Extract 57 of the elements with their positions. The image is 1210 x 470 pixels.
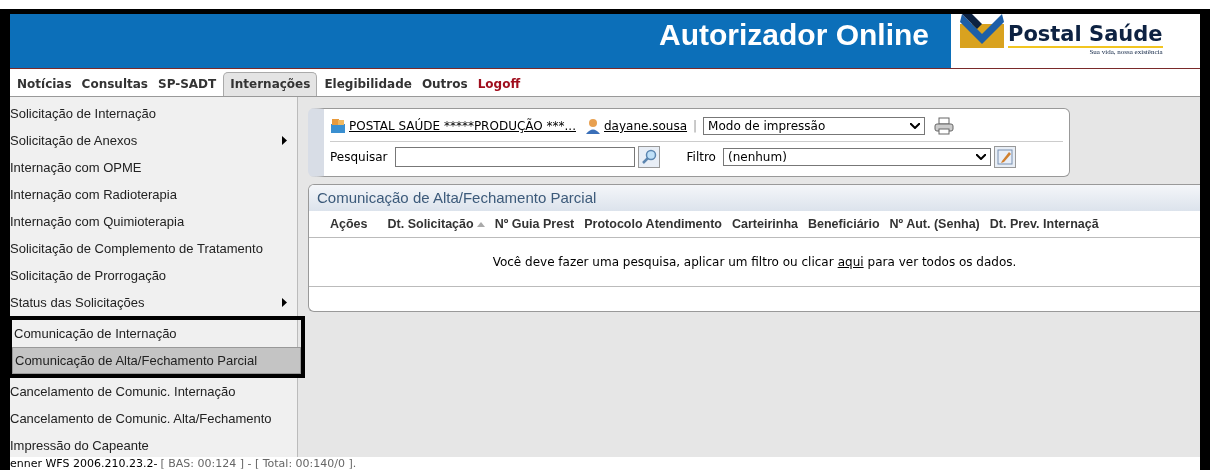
menu-tab[interactable]: Internações [223,72,318,96]
sidebar-item[interactable]: Cancelamento de Comunic. Alta/Fechamento [10,405,297,432]
column-header[interactable]: Carteirinha [732,217,798,231]
sidebar-item[interactable]: Comunicação de Internação [12,320,301,347]
empty-message: Você deve fazer uma pesquisa, aplicar um filtro ou clicar [492,255,834,269]
pencil-icon [996,149,1013,165]
sidebar-item[interactable]: Solicitação de Anexos [10,127,297,154]
company-link[interactable]: POSTAL SAÚDE *****PRODUÇÃO ***... [349,119,576,133]
boxes-icon [330,118,346,134]
search-icon [640,149,657,165]
panel-title: Comunicação de Alta/Fechamento Parcial [309,185,1200,211]
sidebar-item[interactable]: Solicitação de Prorrogação [10,262,297,289]
sidebar-item[interactable]: Impressão do Capeante [10,432,297,459]
sort-arrow-icon [476,221,485,227]
version-text: enner WFS 2006.210.23.2- [10,457,158,470]
printer-icon [934,117,955,135]
sidebar-item[interactable]: Internação com Radioterapia [10,181,297,208]
search-button[interactable] [637,146,660,168]
sidebar-item[interactable]: Status das Solicitações [10,289,297,316]
logo-icon [960,14,1004,48]
column-header[interactable]: Beneficiário [808,217,880,231]
sidebar-item[interactable]: Cancelamento de Comunic. Internação [10,378,297,405]
dropdown-caret-icon [975,154,986,160]
sidebar-item[interactable]: Internação com Quimioterapia [10,208,297,235]
filter-select[interactable]: (nenhum) [722,148,991,166]
column-header[interactable]: Dt. Prev. Internaçã [989,217,1099,231]
empty-message: para ver todos os dados. [867,255,1017,269]
edit-filter-button[interactable] [993,146,1016,168]
column-header[interactable]: Dt. Solicitação [387,217,485,231]
column-header[interactable]: Protocolo Atendimento [584,217,722,231]
print-mode-select[interactable]: Modo de impressão [703,117,926,135]
sidebar-item[interactable]: Solicitação de Internação [10,100,297,127]
logo-name: Postal Saúde [1008,22,1163,48]
column-header[interactable]: Nº Aut. (Senha) [889,217,980,231]
column-header[interactable]: Nº Guia Prest [494,217,575,231]
sidebar-item[interactable]: Internação com OPME [10,154,297,181]
user-icon [585,118,601,134]
submenu-arrow-icon [282,136,287,145]
timing-text: [ BAS: 00:124 ] - [ Total: 00:140/0 ]. [160,457,357,470]
app-title: Autorizador Online [659,18,929,52]
sidebar-item[interactable]: Comunicação de Alta/Fechamento Parcial [12,347,301,374]
menu-tab[interactable]: Logoff [472,73,526,96]
search-label: Pesquisar [330,150,388,164]
menu-tab[interactable]: Outros [416,73,473,96]
menu-tab[interactable]: SP-SADT [153,73,222,96]
submenu-arrow-icon [282,298,287,307]
filter-label: Filtro [686,150,716,164]
column-header[interactable]: Ações [330,217,368,231]
dropdown-caret-icon [910,123,921,129]
user-link[interactable]: dayane.sousa [604,119,688,133]
menu-tab[interactable]: Notícias [12,73,77,96]
menu-tab[interactable]: Consultas [76,73,153,96]
sidebar-item[interactable]: Solicitação de Complemento de Tratamento [10,235,297,262]
search-field[interactable] [394,147,635,167]
show-all-link[interactable]: aqui [837,255,864,269]
menu-tab[interactable]: Elegibilidade [319,73,417,96]
separator: | [693,119,698,133]
